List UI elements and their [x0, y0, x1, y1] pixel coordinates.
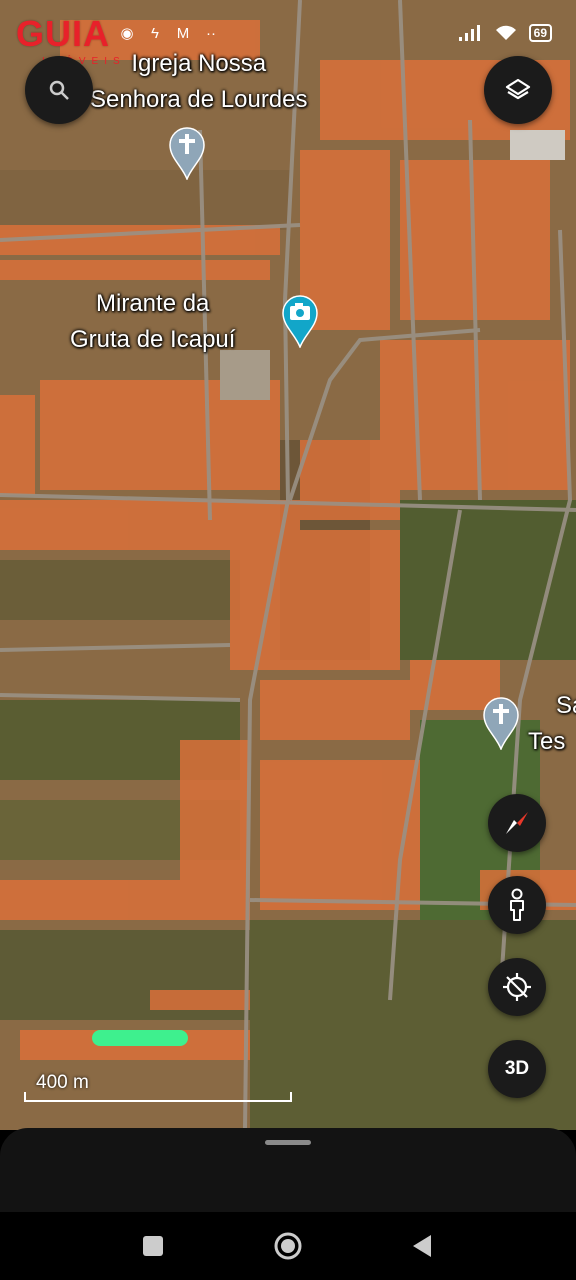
- search-button[interactable]: [25, 56, 93, 124]
- recents-button[interactable]: [135, 1228, 171, 1264]
- church-pin[interactable]: [482, 696, 520, 755]
- layers-icon: [505, 78, 531, 100]
- scale-line: [24, 1092, 292, 1102]
- camera-pin[interactable]: [281, 294, 319, 353]
- compass-icon: [506, 812, 528, 834]
- sheet-drag-handle[interactable]: [265, 1140, 311, 1145]
- bottom-sheet[interactable]: [0, 1128, 576, 1212]
- whatsapp-icon: ◉: [120, 25, 134, 42]
- notification-icons: ◉ ϟ M ··: [118, 24, 220, 43]
- church-pin[interactable]: [168, 126, 206, 185]
- place-label-line1: Sa: [556, 692, 576, 719]
- back-triangle-icon: [413, 1235, 431, 1257]
- back-button[interactable]: [404, 1228, 440, 1264]
- signal-icon: [458, 25, 480, 41]
- my-location-button[interactable]: [488, 958, 546, 1016]
- place-label-line1: Mirante da: [96, 290, 210, 317]
- satellite-map[interactable]: Igreja Nossa Senhora de Lourdes Mirante …: [0, 0, 576, 1130]
- satellite-imagery: [0, 0, 576, 1130]
- wifi-icon: [495, 25, 516, 40]
- battery-indicator: 69: [528, 24, 552, 42]
- scale-bar: 400 m: [24, 1072, 292, 1102]
- pegman-icon: [510, 888, 524, 921]
- search-icon: [49, 80, 69, 100]
- mail-icon: M: [176, 24, 190, 42]
- logo-text: GUIA: [16, 13, 110, 54]
- place-label-line2: Senhora de Lourdes: [90, 86, 308, 113]
- home-button[interactable]: [270, 1228, 306, 1264]
- status-right: 69: [458, 24, 552, 42]
- 3d-label: 3D: [504, 1058, 530, 1079]
- 3d-toggle-button[interactable]: 3D: [488, 1040, 546, 1098]
- system-nav-bar: [0, 1212, 576, 1280]
- highlight-mark: [92, 1030, 188, 1046]
- more-icon: ··: [206, 24, 216, 42]
- scale-label: 400 m: [36, 1072, 89, 1093]
- layers-button[interactable]: [484, 56, 552, 124]
- place-label-right[interactable]: Sa Tes: [528, 688, 576, 760]
- circle-icon: [274, 1232, 302, 1260]
- place-label-line2: Tes: [528, 728, 566, 755]
- watermark-logo: GUIA IMÓVEIS: [16, 13, 120, 68]
- street-view-button[interactable]: [488, 876, 546, 934]
- place-label-mirante[interactable]: Mirante da Gruta de Icapuí: [70, 286, 235, 358]
- location-off-icon: [503, 973, 531, 1001]
- square-icon: [143, 1236, 163, 1256]
- compass-button[interactable]: [488, 794, 546, 852]
- place-label-line2: Gruta de Icapuí: [70, 326, 236, 353]
- flash-icon: ϟ: [151, 24, 159, 42]
